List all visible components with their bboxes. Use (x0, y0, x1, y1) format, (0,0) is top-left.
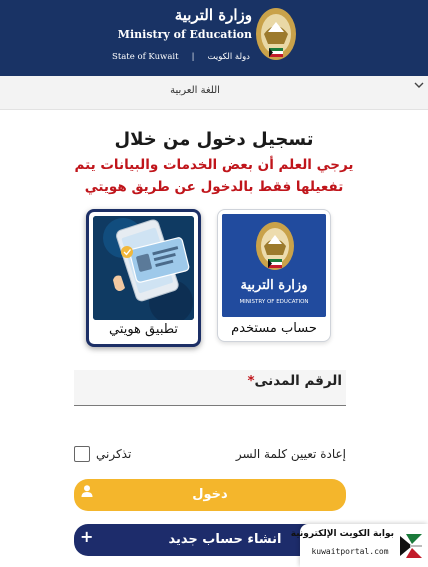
civil-id-label: الرقم المدنى* (247, 373, 342, 389)
chevron-down-icon[interactable] (414, 78, 424, 92)
language-selector[interactable]: اللغة العربية (0, 76, 428, 110)
kuwait-portal-badge: بوابة الكويت الإلكترونية kuwaitportal.co… (290, 524, 428, 567)
ministry-name-arabic: وزارة التربية (174, 6, 252, 24)
state-name-arabic: دولة الكويت (207, 52, 250, 62)
hawyti-app-icon (93, 216, 194, 320)
card-caption-english: MINISTRY OF EDUCATION (239, 299, 309, 305)
portal-url: kuwaitportal.com (311, 547, 389, 556)
language-label: اللغة العربية (170, 85, 220, 96)
login-button[interactable]: دخول (74, 479, 346, 511)
state-name-english: State of Kuwait (112, 52, 179, 62)
header-bar: وزارة التربية Ministry of Education Stat… (0, 0, 428, 76)
plus-icon: + (80, 527, 94, 546)
remember-me-checkbox[interactable] (74, 446, 90, 462)
kuwait-portal-logo-icon (400, 534, 422, 558)
hawyti-app-label: تطبيق هويتي (108, 322, 179, 337)
ministry-name-english: Ministry of Education (117, 28, 252, 41)
login-title: تسجيل دخول من خلال (114, 129, 314, 150)
portal-name-arabic: بوابة الكويت الإلكترونية (290, 529, 394, 539)
notice-line-2: تفعيلها فقط بالدخول عن طريق هويتي (84, 179, 344, 195)
user-account-option[interactable]: وزارة التربية MINISTRY OF EDUCATION حساب… (217, 209, 331, 342)
user-account-label: حساب مستخدم (231, 321, 317, 336)
hawyti-app-option[interactable]: تطبيق هويتي (86, 209, 201, 347)
state-of-kuwait-line: State of Kuwait | دولة الكويت (112, 52, 250, 62)
ministry-emblem-icon (256, 8, 296, 60)
reset-password-link[interactable]: إعادة تعيين كلمة السر (236, 447, 346, 461)
remember-me-label[interactable]: تذكرني (96, 447, 131, 461)
login-button-label: دخول (192, 487, 228, 502)
login-notice: يرجي العلم أن بعض الخدمات والبيانات يتم … (40, 154, 388, 198)
civil-id-label-text: الرقم المدنى (254, 373, 343, 389)
notice-line-1: يرجي العلم أن بعض الخدمات والبيانات يتم (74, 157, 354, 173)
state-separator: | (191, 52, 195, 62)
card-caption-arabic: وزارة التربية (240, 278, 308, 293)
required-mark: * (247, 373, 255, 389)
ministry-emblem-card-image: وزارة التربية MINISTRY OF EDUCATION (222, 214, 326, 317)
